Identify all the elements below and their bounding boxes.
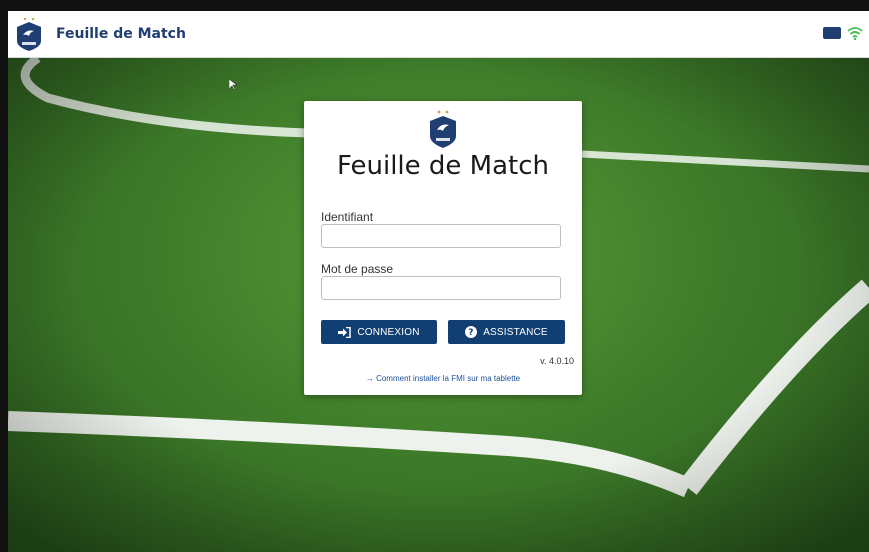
username-input[interactable]	[321, 224, 561, 248]
password-label: Mot de passe	[321, 262, 394, 276]
assistance-button[interactable]: ? ASSISTANCE	[448, 320, 565, 344]
svg-text:?: ?	[468, 328, 473, 338]
assistance-button-label: ASSISTANCE	[483, 326, 548, 338]
wifi-icon	[847, 27, 863, 41]
battery-icon	[823, 27, 841, 39]
fff-logo-icon	[430, 110, 456, 148]
install-help-link[interactable]: → Comment installer la FMI sur ma tablet…	[304, 374, 582, 383]
app-header: Feuille de Match	[8, 11, 869, 58]
login-title: Feuille de Match	[336, 151, 550, 181]
password-input[interactable]	[321, 276, 561, 300]
username-label: Identifiant	[321, 210, 374, 224]
connexion-button[interactable]: CONNEXION	[321, 320, 437, 344]
question-circle-icon: ?	[465, 326, 478, 338]
sign-in-icon	[338, 326, 352, 338]
connexion-button-label: CONNEXION	[357, 326, 420, 338]
fff-logo-icon	[17, 17, 41, 51]
version-label: v. 4.0.10	[540, 356, 574, 366]
app-title: Feuille de Match	[56, 26, 186, 42]
status-icons	[823, 25, 863, 41]
mouse-cursor-icon	[229, 79, 238, 91]
login-card: Feuille de Match Identifiant Mot de pass…	[304, 101, 582, 395]
